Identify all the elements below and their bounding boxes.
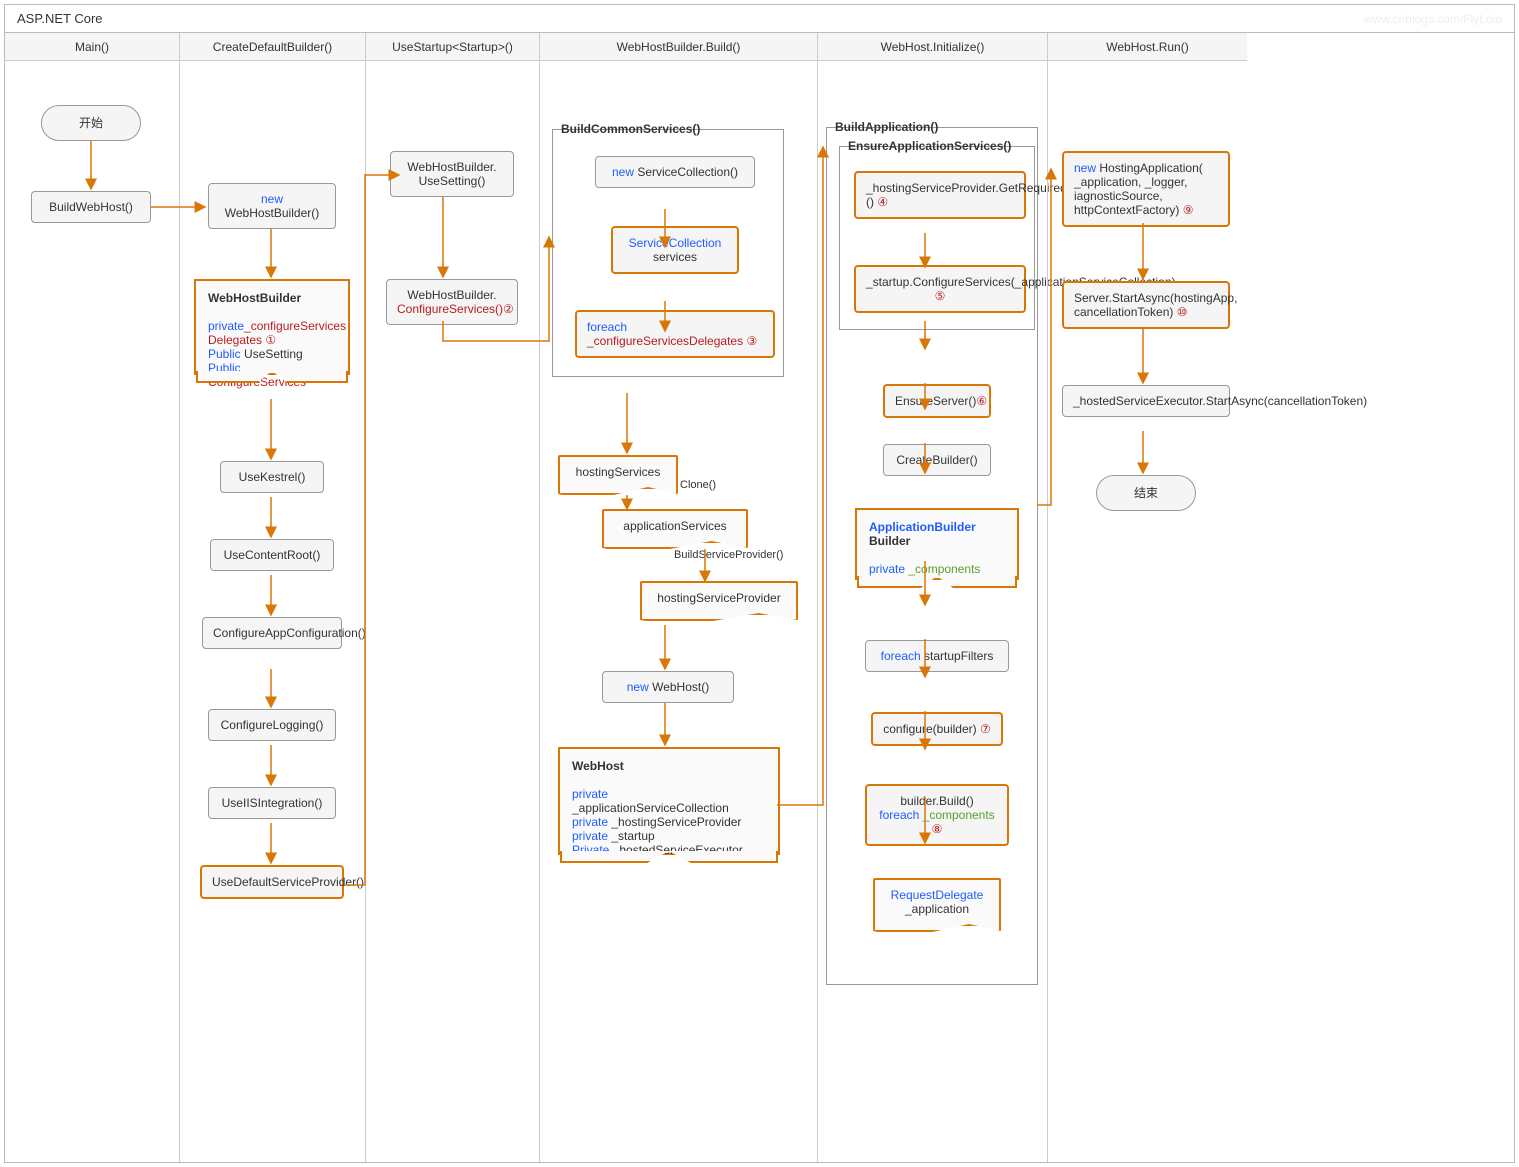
- hosted-exec-box: _hostedServiceExecutor.StartAsync(cancel…: [1062, 385, 1230, 417]
- builder-build-box: builder.Build() foreach _components ⑧: [865, 784, 1009, 846]
- lane-header-us: UseStartup<Startup>(): [366, 33, 539, 61]
- configure-services-box: WebHostBuilder. ConfigureServices()②: [386, 279, 518, 325]
- use-default-sp-box: UseDefaultServiceProvider(): [200, 865, 344, 899]
- new-whb-label: WebHostBuilder(): [225, 206, 319, 220]
- lane-initialize: WebHost.Initialize() BuildApplication() …: [817, 33, 1047, 1162]
- hosting-services-doc: hostingServices: [558, 455, 678, 495]
- configure-logging-box: ConfigureLogging(): [208, 709, 336, 741]
- request-delegate-doc: RequestDelegate _application: [873, 878, 1001, 932]
- webhost-note: WebHost private _applicationServiceColle…: [558, 747, 780, 855]
- note-title: WebHostBuilder: [208, 291, 301, 305]
- watermark: www.cnblogs.com/FlyLolo: [1364, 12, 1502, 26]
- start-node: 开始: [41, 105, 141, 141]
- ensure-server-box: EnsureServer()⑥: [883, 384, 991, 418]
- build-sp-label: BuildServiceProvider(): [674, 549, 783, 561]
- group-label-ba: BuildApplication(): [833, 120, 940, 134]
- clone-label: Clone(): [680, 479, 716, 491]
- build-application-group: BuildApplication() EnsureApplicationServ…: [826, 127, 1038, 985]
- group-label-bcs: BuildCommonServices(): [559, 122, 702, 136]
- lane-header-run: WebHost.Run(): [1048, 33, 1247, 61]
- use-setting-box: WebHostBuilder. UseSetting(): [390, 151, 514, 197]
- webhostbuilder-note: WebHostBuilder private_configureServices…: [194, 279, 350, 375]
- new-hostingapp-box: new HostingApplication( _application, _l…: [1062, 151, 1230, 227]
- configure-appconfig-box: ConfigureAppConfiguration(): [202, 617, 342, 649]
- hosting-sp-doc: hostingServiceProvider: [640, 581, 798, 621]
- ensure-app-services-group: EnsureApplicationServices() _hostingServ…: [839, 146, 1035, 330]
- use-kestrel-box: UseKestrel(): [220, 461, 324, 493]
- build-webhost-box: BuildWebHost(): [31, 191, 151, 223]
- diagram-container: ASP.NET Core www.cnblogs.com/FlyLolo Mai…: [4, 4, 1515, 1163]
- get-required-service-box: _hostingServiceProvider.GetRequiredServi…: [854, 171, 1026, 219]
- create-builder-box: CreateBuilder(): [883, 444, 991, 476]
- foreach-filters-box: foreach startupFilters: [865, 640, 1009, 672]
- build-common-services-group: BuildCommonServices() new ServiceCollect…: [552, 129, 784, 377]
- end-node: 结束: [1096, 475, 1196, 511]
- foreach-delegates-box: foreach _configureServicesDelegates ③: [575, 310, 775, 358]
- lane-main: Main() 开始 BuildWebHost(): [5, 33, 179, 1162]
- use-contentroot-box: UseContentRoot(): [210, 539, 334, 571]
- lane-cdb: CreateDefaultBuilder() new WebHostBuilde…: [179, 33, 365, 1162]
- lane-usestartup: UseStartup<Startup>() WebHostBuilder. Us…: [365, 33, 539, 1162]
- lane-header-init: WebHost.Initialize(): [818, 33, 1047, 61]
- group-label-eas: EnsureApplicationServices(): [846, 139, 1013, 153]
- lane-build: WebHostBuilder.Build() BuildCommonServic…: [539, 33, 817, 1162]
- lane-run: WebHost.Run() new HostingApplication( _a…: [1047, 33, 1247, 1162]
- servicecollection-services-box: ServiceCollection services: [611, 226, 739, 274]
- application-services-doc: applicationServices: [602, 509, 748, 549]
- new-kw: new: [261, 192, 283, 206]
- startup-configureservices-box: _startup.ConfigureServices(_applicationS…: [854, 265, 1026, 313]
- new-webhost-box: new WebHost(): [602, 671, 734, 703]
- lane-header-cdb: CreateDefaultBuilder(): [180, 33, 365, 61]
- server-start-box: Server.StartAsync(hostingApp, cancellati…: [1062, 281, 1230, 329]
- lane-header-build: WebHostBuilder.Build(): [540, 33, 817, 61]
- lane-header-main: Main(): [5, 33, 179, 61]
- diagram-title: ASP.NET Core: [17, 11, 103, 26]
- use-iis-box: UseIISIntegration(): [208, 787, 336, 819]
- configure-builder-box: configure(builder) ⑦: [871, 712, 1003, 746]
- title-bar: ASP.NET Core www.cnblogs.com/FlyLolo: [5, 5, 1514, 33]
- new-servicecollection-box: new ServiceCollection(): [595, 156, 755, 188]
- application-builder-note: ApplicationBuilder Builder private _comp…: [855, 508, 1019, 580]
- swimlanes: Main() 开始 BuildWebHost() CreateDefaultBu…: [5, 33, 1514, 1162]
- new-webhostbuilder-box: new WebHostBuilder(): [208, 183, 336, 229]
